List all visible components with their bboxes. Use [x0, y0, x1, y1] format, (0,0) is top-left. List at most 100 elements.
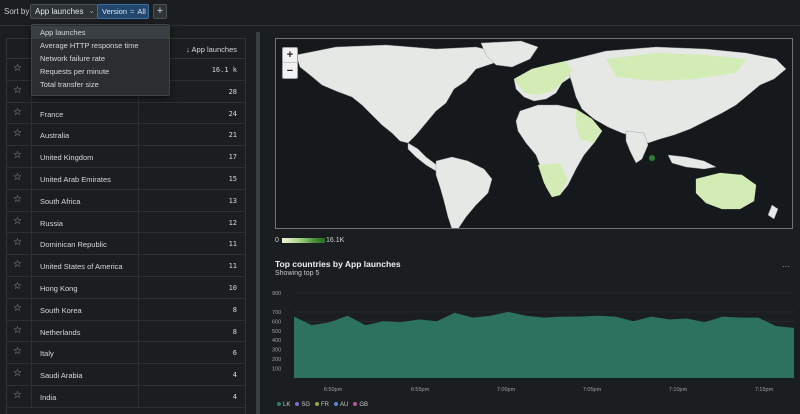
legend-swatch	[277, 402, 281, 407]
legend-item-lk[interactable]: LK	[277, 402, 290, 408]
star-icon[interactable]: ☆	[13, 281, 22, 293]
legend-label: AU	[340, 402, 349, 408]
star-icon[interactable]: ☆	[13, 128, 22, 140]
column-divider	[31, 189, 32, 211]
app-launches-value: 21	[228, 131, 237, 140]
y-tick-label: 900	[272, 291, 281, 297]
star-icon[interactable]: ☆	[13, 63, 22, 75]
star-icon[interactable]: ☆	[13, 216, 22, 228]
y-tick-label: 600	[272, 319, 281, 325]
add-filter-button[interactable]: +	[153, 4, 167, 19]
column-divider	[31, 233, 32, 255]
legend-item-au[interactable]: AU	[334, 402, 348, 408]
scale-max-label: 16.1K	[326, 237, 345, 244]
country-name: Saudi Arabia	[40, 371, 83, 381]
country-name: United Arab Emirates	[40, 175, 111, 184]
top-bar: Sort by App launches ⌄ Version = All +	[0, 0, 800, 26]
column-divider	[31, 386, 32, 407]
app-launches-value: 17	[228, 153, 237, 162]
sort-option-app-launches[interactable]: App launches	[32, 26, 169, 39]
table-row[interactable]: ☆ South Africa 13	[7, 189, 245, 212]
sort-option-requests-per-minute[interactable]: Requests per minute	[32, 65, 169, 78]
sri-lanka-marker[interactable]	[649, 155, 655, 161]
star-icon[interactable]: ☆	[13, 172, 22, 184]
legend-item-sg[interactable]: SG	[295, 402, 310, 408]
star-icon[interactable]: ☆	[13, 237, 22, 249]
x-tick-label: 6:55pm	[411, 387, 430, 393]
sort-by-selected-value: App launches	[35, 7, 84, 16]
table-row[interactable]: ☆ Australia 21	[7, 124, 245, 147]
country-name: Australia	[40, 131, 70, 141]
zoom-in-button[interactable]: +	[283, 48, 297, 63]
panel-resize-handle[interactable]	[256, 32, 260, 414]
star-icon[interactable]: ☆	[13, 85, 22, 97]
y-tick-label: 700	[272, 310, 281, 316]
app-launches-value: 28	[228, 87, 237, 96]
table-row[interactable]: ☆ United States of America 11	[7, 255, 245, 277]
star-icon[interactable]: ☆	[13, 325, 22, 337]
y-tick-label: 500	[272, 329, 281, 335]
column-divider	[138, 342, 139, 364]
app-launches-value: 4	[232, 393, 237, 401]
version-filter-pill[interactable]: Version = All	[97, 4, 149, 19]
app-launches-value: 10	[228, 284, 237, 292]
filter-key: Version	[102, 7, 128, 16]
column-divider	[138, 102, 139, 124]
table-row[interactable]: ☆ United Arab Emirates 15	[7, 168, 245, 190]
country-name: Netherlands	[40, 327, 81, 337]
x-tick-label: 7:15pm	[755, 387, 774, 393]
map-color-scale: 0 16.1K	[275, 236, 365, 246]
legend-item-fr[interactable]: FR	[315, 402, 329, 408]
series-area-lk[interactable]	[294, 311, 794, 378]
column-divider	[31, 298, 32, 320]
table-row[interactable]: ☆ South Korea 8	[7, 298, 245, 321]
table-row[interactable]: ☆ Russia 12	[7, 211, 245, 234]
star-icon[interactable]: ☆	[13, 303, 22, 315]
legend-label: LK	[283, 402, 291, 408]
y-tick-label: 300	[272, 348, 281, 354]
star-icon[interactable]: ☆	[13, 368, 22, 380]
table-row[interactable]: ☆ Netherlands 8	[7, 320, 245, 343]
country-name: United Kingdom	[40, 153, 94, 163]
sort-by-dropdown[interactable]: App launches ⌄	[30, 4, 99, 19]
legend-swatch	[295, 402, 300, 407]
sort-option-avg-http-response-time[interactable]: Average HTTP response time	[32, 39, 169, 52]
star-icon[interactable]: ☆	[13, 390, 22, 402]
table-row[interactable]: ☆ United Kingdom 17	[7, 146, 245, 168]
sort-by-label: Sort by	[4, 7, 30, 16]
sort-option-total-transfer-size[interactable]: Total transfer size	[32, 78, 169, 91]
app-launches-value: 16.1 k	[211, 66, 237, 74]
table-row[interactable]: ☆ France 24	[7, 102, 245, 125]
column-divider	[138, 386, 139, 407]
chevron-down-icon: ⌄	[88, 8, 95, 15]
table-row[interactable]: ☆ Hong Kong 10	[7, 277, 245, 299]
column-divider	[138, 298, 139, 320]
column-divider	[31, 320, 32, 342]
column-divider	[138, 255, 139, 276]
column-divider	[138, 189, 139, 211]
sort-option-network-failure-rate[interactable]: Network failure rate	[32, 52, 169, 65]
legend-label: SG	[301, 402, 311, 408]
scale-min-label: 0	[275, 237, 279, 244]
star-icon[interactable]: ☆	[13, 194, 22, 206]
app-launches-column-header[interactable]: ↓ App launches	[186, 45, 237, 54]
legend-swatch	[334, 402, 339, 407]
column-divider	[31, 255, 32, 276]
filter-operator: =	[130, 7, 135, 16]
legend-item-gb[interactable]: GB	[353, 402, 368, 408]
table-row[interactable]: ☆ Italy 6	[7, 342, 245, 365]
star-icon[interactable]: ☆	[13, 346, 22, 358]
table-row[interactable]: ☆ Saudi Arabia 4	[7, 364, 245, 386]
column-divider	[138, 277, 139, 298]
app-launches-area-chart[interactable]: 900 700 600 500 400 300 200 100 6:50pm 6:55pm 7:00…	[270, 285, 800, 410]
star-icon[interactable]: ☆	[13, 150, 22, 162]
zoom-out-button[interactable]: −	[283, 64, 297, 79]
more-options-icon[interactable]: ···	[782, 262, 790, 271]
app-launches-value: 24	[228, 109, 237, 118]
star-icon[interactable]: ☆	[13, 259, 22, 271]
legend-label: GB	[359, 402, 369, 408]
table-row[interactable]: ☆ India 4	[7, 386, 245, 408]
world-map[interactable]	[275, 38, 793, 229]
table-row[interactable]: ☆ Dominican Republic 11	[7, 233, 245, 256]
star-icon[interactable]: ☆	[13, 107, 22, 119]
